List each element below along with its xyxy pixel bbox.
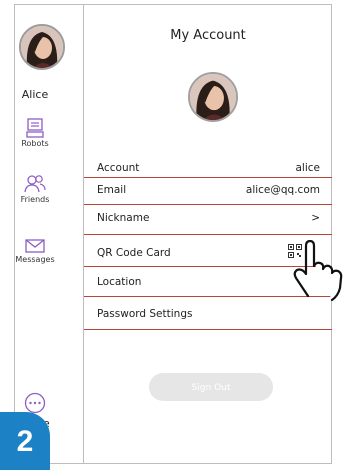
sidebar-item-messages[interactable]: Messages: [0, 238, 70, 264]
avatar[interactable]: [19, 24, 65, 70]
email-row[interactable]: Email alice@qq.com: [84, 178, 332, 204]
row-value: alice: [295, 162, 320, 174]
row-divider: [84, 329, 332, 330]
row-label: Location: [97, 276, 142, 288]
friends-icon: [24, 175, 46, 193]
more-dots-icon: [24, 392, 46, 414]
row-divider: [84, 204, 332, 205]
row-label: QR Code Card: [97, 247, 171, 259]
robot-icon: [26, 118, 44, 138]
profile-avatar[interactable]: [188, 72, 238, 122]
sidebar-item-label: Messages: [15, 255, 55, 264]
step-number-badge: 2: [0, 412, 50, 470]
row-label: Email: [97, 184, 127, 196]
row-label: Nickname: [97, 212, 150, 224]
user-name: Alice: [21, 88, 49, 101]
row-label: Account: [97, 162, 140, 174]
sign-out-button[interactable]: Sign Out: [149, 373, 273, 401]
row-label: Password Settings: [97, 308, 193, 320]
tap-hand-icon: [288, 239, 346, 306]
page-title: My Account: [170, 28, 246, 43]
chevron-right-icon: >: [311, 212, 320, 224]
nickname-row[interactable]: Nickname >: [84, 206, 332, 232]
sidebar-item-friends[interactable]: Friends: [0, 174, 70, 204]
envelope-icon: [25, 239, 45, 253]
sidebar-item-label: Friends: [20, 195, 50, 204]
row-divider: [84, 234, 332, 235]
sidebar-item-label: Robots: [21, 139, 49, 148]
sidebar-item-robots[interactable]: Robots: [0, 118, 70, 148]
row-value: alice@qq.com: [245, 184, 320, 196]
